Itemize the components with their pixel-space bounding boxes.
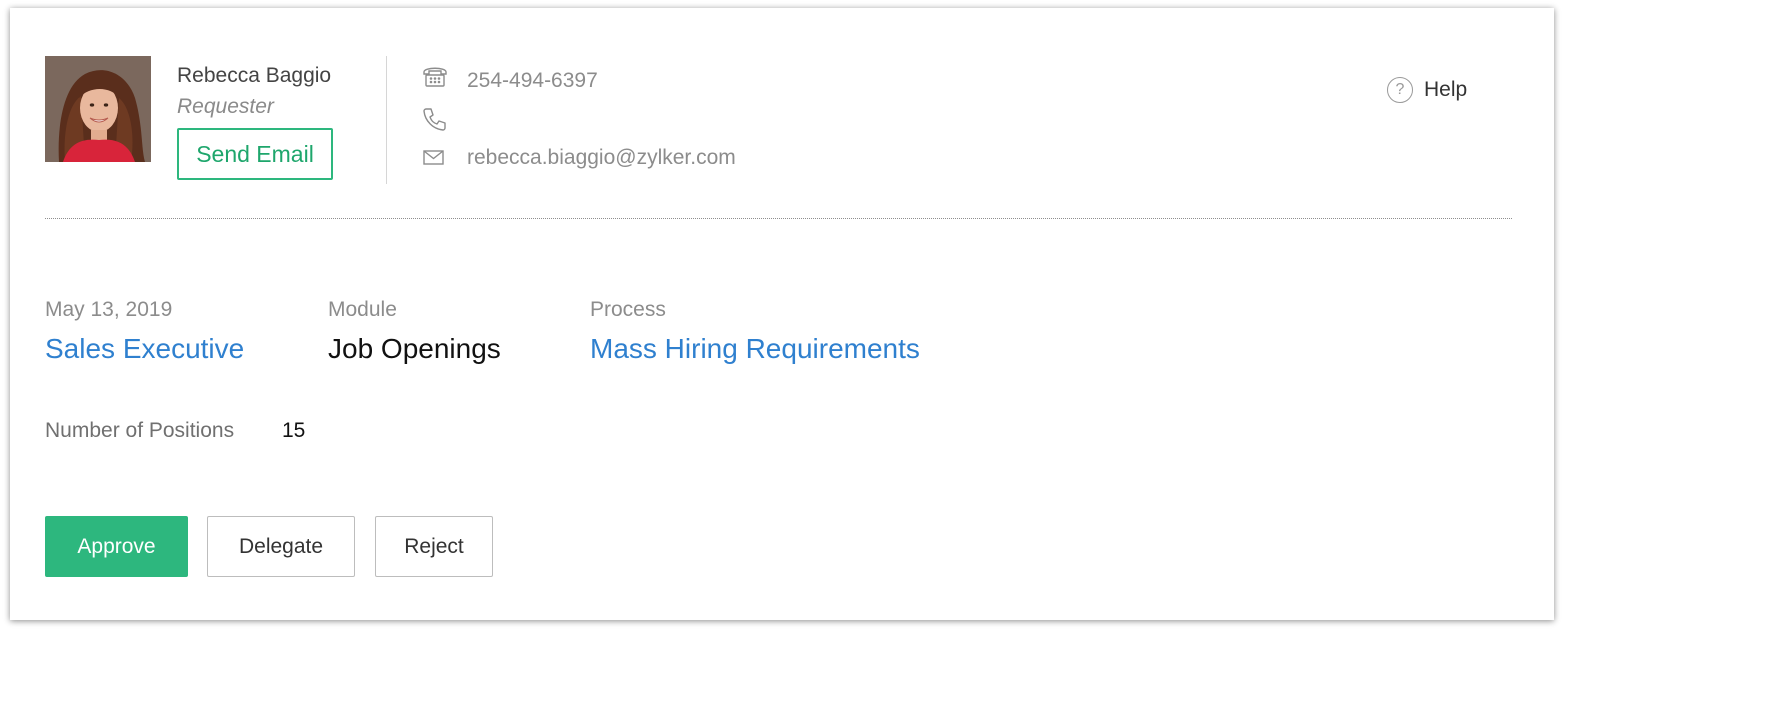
positions-value: 15 <box>282 419 306 442</box>
email-address: rebecca.biaggio@zylker.com <box>467 146 736 169</box>
process-link[interactable]: Mass Hiring Requirements <box>590 333 920 365</box>
envelope-icon <box>422 148 448 172</box>
requester-role: Requester <box>177 95 274 118</box>
help-label: Help <box>1424 78 1468 101</box>
record-title-link[interactable]: Sales Executive <box>45 333 244 365</box>
section-divider <box>45 218 1512 219</box>
handset-icon <box>422 106 448 131</box>
phone-number: 254-494-6397 <box>467 69 598 92</box>
module-value: Job Openings <box>328 333 501 364</box>
process-label: Process <box>590 298 666 321</box>
send-email-button[interactable]: Send Email <box>177 128 333 180</box>
avatar <box>45 56 151 162</box>
help-link[interactable]: ? Help <box>1387 75 1467 105</box>
positions-label: Number of Positions <box>45 419 235 442</box>
approve-button[interactable]: Approve <box>45 516 188 577</box>
record-date: May 13, 2019 <box>45 298 173 321</box>
vertical-divider <box>386 56 387 184</box>
reject-button[interactable]: Reject <box>375 516 493 577</box>
question-icon: ? <box>1387 77 1413 103</box>
module-label: Module <box>328 298 397 321</box>
requester-name: Rebecca Baggio <box>177 64 332 87</box>
telephone-icon <box>422 64 448 88</box>
delegate-button[interactable]: Delegate <box>207 516 355 577</box>
approval-card: Rebecca Baggio Requester Send Email 254-… <box>10 8 1554 620</box>
